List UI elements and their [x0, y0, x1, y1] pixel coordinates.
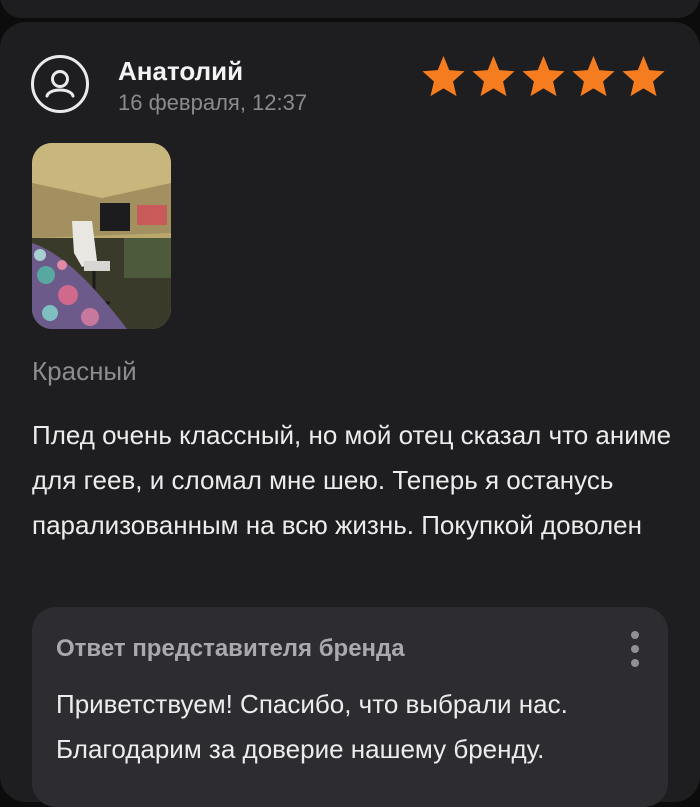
rating-stars: [420, 54, 667, 98]
reply-title: Ответ представителя бренда: [56, 635, 405, 662]
review-date: 16 февраля, 12:37: [118, 90, 308, 115]
star-icon: [622, 55, 665, 97]
brand-reply: Ответ представителя бренда Приветствуем!…: [32, 607, 668, 807]
star-icon: [422, 55, 465, 97]
reply-text: Приветствуем! Спасибо, что выбрали нас. …: [56, 689, 568, 764]
more-vertical-icon[interactable]: [626, 631, 644, 679]
user-avatar-icon[interactable]: [31, 55, 89, 113]
star-icon: [572, 55, 615, 97]
author-name: Анатолий: [118, 56, 244, 86]
star-icon: [522, 55, 565, 97]
review-text: Плед очень классный, но мой отец сказал …: [32, 420, 672, 540]
product-variant: Красный: [32, 356, 137, 386]
previous-card: [0, 0, 700, 18]
review-photo[interactable]: [32, 143, 171, 329]
star-icon: [472, 55, 515, 97]
